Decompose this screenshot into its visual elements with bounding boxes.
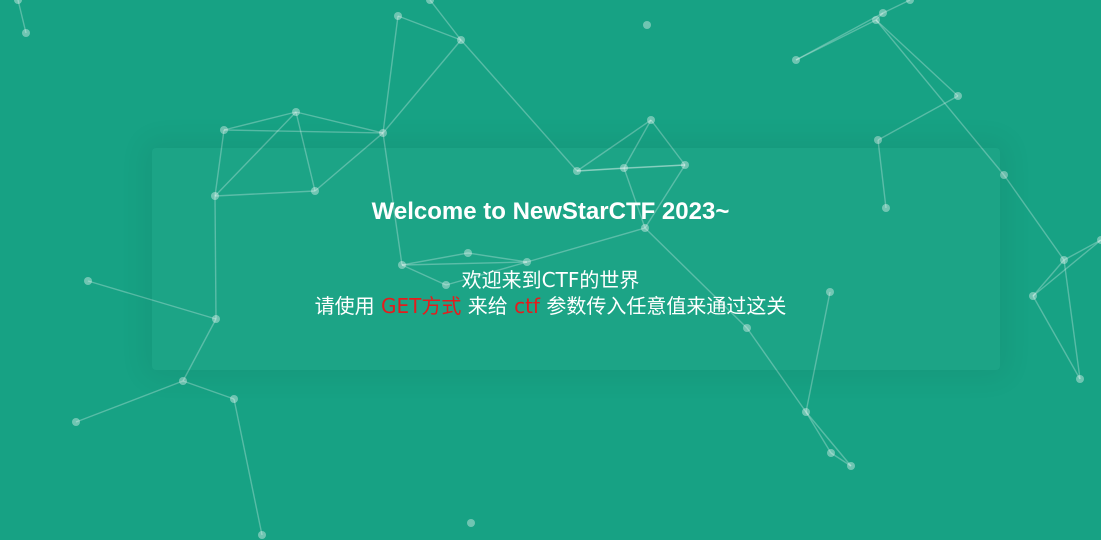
network-dot (802, 408, 810, 416)
network-dot (954, 92, 962, 100)
network-dot (72, 418, 80, 426)
param-highlight: ctf (514, 294, 540, 318)
network-line (882, 0, 911, 14)
instruction-line: 请使用 GET方式 来给 ctf 参数传入任意值来通过这关 (0, 292, 1101, 320)
network-dot (1060, 256, 1068, 264)
network-dot (14, 0, 22, 4)
network-line (382, 15, 399, 134)
network-dot (906, 0, 914, 4)
network-dot (874, 136, 882, 144)
network-dot (467, 519, 475, 527)
network-line (805, 411, 852, 467)
network-line (1063, 239, 1101, 261)
network-dot (647, 116, 655, 124)
network-line (75, 380, 184, 423)
network-dot (258, 531, 266, 539)
network-dot (1000, 171, 1008, 179)
network-dot (379, 129, 387, 137)
network-dot (879, 9, 887, 17)
network-dot (847, 462, 855, 470)
network-dot (643, 21, 651, 29)
network-dot (220, 126, 228, 134)
network-dot (22, 29, 30, 37)
network-line (295, 111, 384, 134)
network-line (182, 380, 235, 400)
welcome-card (152, 148, 1000, 370)
network-dot (394, 12, 402, 20)
network-line (877, 95, 959, 141)
network-line (875, 19, 959, 97)
network-dot (230, 395, 238, 403)
network-line (795, 12, 884, 61)
welcome-line: 欢迎来到CTF的世界 (461, 268, 640, 292)
network-line (233, 398, 263, 536)
network-dot (872, 16, 880, 24)
page-title: Welcome to NewStarCTF 2023~ (371, 198, 730, 225)
network-dot (792, 56, 800, 64)
instruction-suffix: 参数传入任意值来通过这关 (539, 294, 787, 318)
network-dot (179, 377, 187, 385)
instruction-middle: 来给 (461, 294, 515, 318)
network-line (223, 129, 384, 134)
network-dot (1076, 375, 1084, 383)
network-dot (827, 449, 835, 457)
network-line (805, 411, 832, 454)
network-line (17, 0, 27, 34)
instruction-prefix: 请使用 (314, 294, 382, 318)
method-highlight: GET方式 (381, 294, 462, 318)
network-line (223, 111, 297, 131)
network-dot (292, 108, 300, 116)
network-dot (457, 36, 465, 44)
network-line (382, 39, 462, 134)
